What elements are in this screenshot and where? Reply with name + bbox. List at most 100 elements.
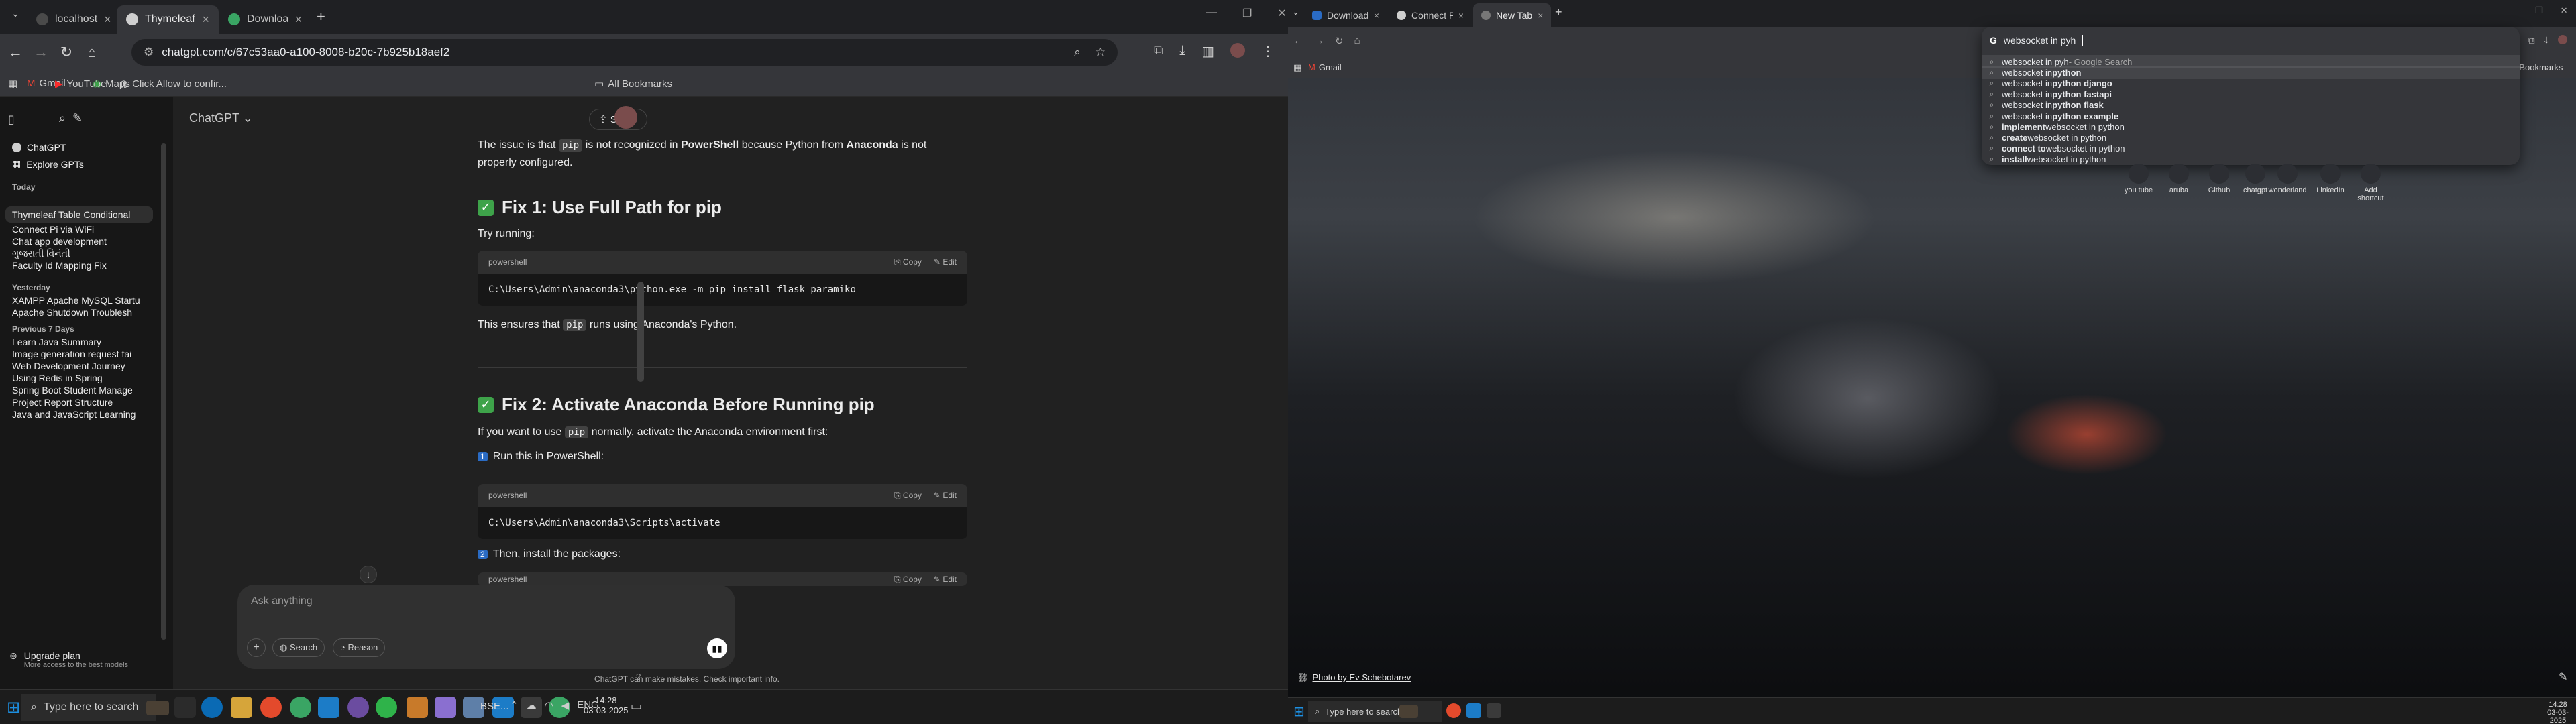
sidebar-toggle-icon[interactable]: ▥ [1201, 43, 1214, 60]
customize-chrome-icon[interactable]: ✎ [2559, 670, 2567, 684]
chrome-icon[interactable] [1446, 703, 1461, 718]
shortcut-tile[interactable]: wonderland [2267, 164, 2308, 194]
sidebar-item-explore[interactable]: ▦ Explore GPTs [12, 158, 153, 170]
omnibox[interactable]: ⚙ chatgpt.com/c/67c53aa0-a100-8008-b20c-… [131, 39, 1118, 66]
close-window-button[interactable]: ✕ [1277, 7, 1286, 20]
copy-button[interactable]: ⎘ Copy [894, 491, 922, 501]
tab-search-icon[interactable]: ⌄ [1292, 7, 1299, 17]
new-tab-button[interactable]: + [317, 8, 325, 25]
terminal-icon[interactable] [1487, 703, 1501, 718]
minimize-button[interactable]: — [1206, 7, 1217, 20]
taskbar-search[interactable]: ⌕ Type here to search [1308, 701, 1442, 722]
home-button[interactable]: ⌂ [79, 44, 105, 61]
ticker-text[interactable]: BSE... [480, 701, 509, 712]
model-selector[interactable]: ChatGPT ⌄ [189, 111, 253, 125]
menu-icon[interactable]: ⋮ [1261, 43, 1275, 60]
avatar[interactable] [614, 106, 637, 129]
slack-icon[interactable] [435, 697, 456, 718]
sidebar-chat-item[interactable]: Chat app development [12, 236, 153, 247]
tab-localhost[interactable]: localhost × [27, 5, 114, 34]
close-tab-icon[interactable]: × [1458, 10, 1464, 21]
sidebar-chat-item[interactable]: Apache Shutdown Troublesh [12, 307, 153, 318]
app-icon[interactable] [407, 697, 428, 718]
sidebar-chat-item[interactable]: Learn Java Summary [12, 337, 153, 347]
back-button[interactable]: ← [1293, 35, 1303, 47]
tab-new-tab[interactable]: New Tab × [1473, 3, 1551, 27]
copy-button[interactable]: ⎘ Copy [894, 575, 922, 585]
sidebar-chat-item[interactable]: Web Development Journey [12, 361, 153, 371]
edge-icon[interactable] [201, 697, 223, 718]
shortcut-tile[interactable]: Github [2199, 164, 2239, 194]
sidebar-chat-item[interactable]: XAMPP Apache MySQL Startu [12, 295, 153, 306]
reload-button[interactable]: ↻ [1335, 35, 1344, 47]
apps-icon[interactable]: ▦ [1293, 62, 1301, 73]
file-explorer-icon[interactable] [231, 697, 252, 718]
taskbar-search[interactable]: ⌕ Type here to search [21, 694, 156, 721]
help-icon[interactable]: ? [636, 672, 641, 682]
close-tab-icon[interactable]: × [202, 13, 209, 27]
sidebar-chat-item[interactable]: Faculty Id Mapping Fix [12, 260, 153, 271]
forward-button[interactable]: → [1314, 35, 1324, 47]
shortcut-tile[interactable]: LinkedIn [2310, 164, 2351, 194]
apps-icon[interactable]: ▦ [8, 78, 17, 90]
search-icon[interactable]: ⌕ [1074, 46, 1081, 59]
bookmark-allow[interactable]: ◍ Click Allow to confir... [119, 78, 227, 90]
windows-start-icon[interactable]: ⊞ [7, 698, 20, 717]
photo-credit-link[interactable]: ⛓ Photo by Ev Schebotarev [1297, 672, 1411, 683]
bookmark-all[interactable]: ▭ All Bookmarks [594, 78, 672, 90]
voice-mode-button[interactable]: ▮▮ [707, 638, 727, 658]
bookmark-star-icon[interactable]: ☆ [1095, 46, 1106, 59]
tab-anaconda[interactable]: Download Anaconda Distributio × [219, 5, 311, 34]
sidebar-chat-item[interactable]: Image generation request fai [12, 349, 153, 359]
upgrade-plan[interactable]: ⊛ Upgrade plan More access to the best m… [9, 650, 128, 669]
sidebar-chat-item[interactable]: Using Redis in Spring [12, 373, 153, 383]
close-tab-icon[interactable]: × [104, 13, 111, 27]
maximize-button[interactable]: ❐ [2535, 5, 2543, 16]
vscode-icon[interactable] [318, 697, 339, 718]
bookmark-gmail[interactable]: M Gmail [1308, 62, 1342, 72]
extensions-icon[interactable]: ⧉ [1154, 43, 1163, 60]
tab-connect-pi[interactable]: Connect Pi via WiFi × [1389, 3, 1472, 27]
new-tab-button[interactable]: + [1555, 5, 1562, 19]
sidebar-item-chatgpt[interactable]: ChatGPT [12, 142, 153, 153]
edit-button[interactable]: ✎ Edit [934, 491, 957, 501]
site-info-icon[interactable]: ⚙ [144, 46, 154, 59]
clock[interactable]: 14:28 03-03-2025 [584, 695, 629, 715]
sidebar-scrollbar[interactable] [161, 143, 166, 640]
back-button[interactable]: ← [3, 44, 28, 61]
vscode-icon[interactable] [1466, 703, 1481, 718]
minimize-button[interactable]: — [2509, 5, 2518, 16]
prompt-input[interactable]: Ask anything [251, 595, 313, 607]
copy-button[interactable]: ⎘ Copy [894, 257, 922, 267]
notification-icon[interactable]: ▭ [631, 699, 642, 713]
reason-button[interactable]: ◔ Reason [333, 638, 386, 657]
sidebar-toggle-icon[interactable]: ▯ [8, 113, 15, 127]
shortcut-tile[interactable]: Add shortcut [2351, 164, 2391, 202]
scroll-down-button[interactable]: ↓ [360, 566, 377, 583]
edit-button[interactable]: ✎ Edit [934, 257, 957, 267]
profile-avatar[interactable] [1230, 43, 1246, 58]
anaconda-icon[interactable] [290, 697, 311, 718]
sidebar-chat-item[interactable]: Thymeleaf Table Conditional [5, 206, 153, 223]
sidebar-chat-item[interactable]: Connect Pi via WiFi [12, 224, 153, 235]
close-tab-icon[interactable]: × [1538, 10, 1543, 21]
reload-button[interactable]: ↻ [54, 44, 79, 61]
attach-button[interactable]: + [247, 638, 266, 657]
extensions-icon[interactable]: ⧉ [2528, 35, 2535, 47]
eclipse-icon[interactable] [347, 697, 369, 718]
home-button[interactable]: ⌂ [1354, 35, 1360, 47]
close-tab-icon[interactable]: × [294, 13, 302, 27]
tab-download-combined[interactable]: Download the combined Real- × [1304, 3, 1387, 27]
chrome-icon[interactable] [260, 697, 282, 718]
sidebar-chat-item[interactable]: Project Report Structure [12, 397, 153, 408]
profile-avatar[interactable] [2558, 35, 2568, 44]
chat-scrollbar[interactable] [637, 282, 644, 382]
omnibox[interactable]: G websocket in pyh [1982, 27, 2520, 54]
downloads-icon[interactable]: ⤓ [2544, 35, 2549, 47]
forward-button[interactable]: → [28, 44, 54, 61]
tab-search-icon[interactable]: ⌄ [3, 8, 28, 19]
task-view-icon[interactable] [174, 697, 196, 718]
edit-button[interactable]: ✎ Edit [934, 575, 957, 585]
shortcut-tile[interactable]: aruba [2159, 164, 2199, 194]
downloads-icon[interactable]: ⤓ [1179, 43, 1185, 60]
